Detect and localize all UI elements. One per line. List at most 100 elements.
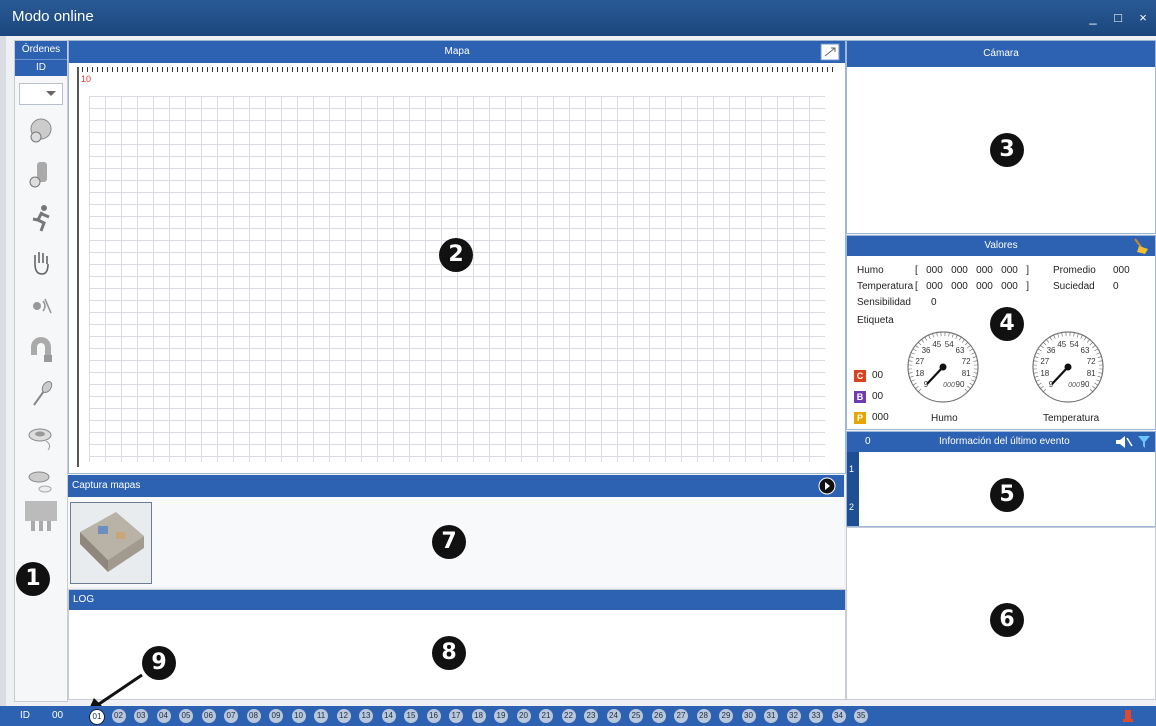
channel-03[interactable]: 03 [134,709,148,723]
channel-05[interactable]: 05 [179,709,193,723]
map-scale-label: 10 [81,74,92,84]
channel-09[interactable]: 09 [269,709,283,723]
suciedad-value: 0 [1113,281,1119,292]
channel-27[interactable]: 27 [674,709,688,723]
marker-6: 6 [990,603,1024,637]
channel-11[interactable]: 11 [314,709,328,723]
etiqueta-label: Etiqueta [857,315,894,326]
gauge-tick-label: 54 [1070,340,1079,349]
channel-31[interactable]: 31 [764,709,778,723]
channel-16[interactable]: 16 [426,709,441,723]
gauge-tick-label: 90 [956,380,965,389]
channel-01[interactable]: 01 [89,709,105,725]
b-value: 00 [872,391,884,402]
humo-gauge: 918273645 5463728190000 [907,331,979,403]
p-value: 000 [872,412,889,423]
channel-12[interactable]: 12 [336,709,351,723]
isolate-device-icon[interactable] [26,159,56,189]
channel-10[interactable]: 10 [291,709,306,723]
mute-icon[interactable] [1115,435,1133,449]
marker-1: 1 [16,562,50,596]
promedio-label: Promedio [1053,265,1096,276]
sensibilidad-label: Sensibilidad [857,297,911,308]
channel-04[interactable]: 04 [156,709,171,723]
event-row-1: 1 [849,464,855,474]
magnet-icon[interactable] [26,335,56,365]
orders-id-label: ID [15,59,67,76]
gauge-tick-label: 72 [1087,357,1096,366]
marker-4: 4 [990,307,1024,341]
channel-24[interactable]: 24 [606,709,621,723]
expand-icon[interactable] [820,43,840,61]
channel-29[interactable]: 29 [719,709,733,723]
detector-base-icon[interactable] [26,467,56,497]
channel-21[interactable]: 21 [539,709,553,723]
close-button[interactable]: × [1132,8,1154,28]
gauge-tick-label: 27 [1040,357,1049,366]
event-row-2: 2 [849,502,855,512]
channel-33[interactable]: 33 [809,709,823,723]
channel-08[interactable]: 08 [246,709,261,723]
gauge-tick-label: 45 [932,340,941,349]
channel-30[interactable]: 30 [741,709,756,723]
channel-17[interactable]: 17 [449,709,463,723]
gauge-tick-label: 63 [956,346,965,355]
map-vertical-ruler [77,67,79,467]
channel-26[interactable]: 26 [651,709,666,723]
channel-18[interactable]: 18 [471,709,486,723]
alarm-icon[interactable] [1122,708,1134,724]
led-icon[interactable] [26,379,56,409]
marker-2: 2 [439,238,473,272]
window-title: Modo online [12,8,94,25]
channel-06[interactable]: 06 [201,709,216,723]
gauge-tick-label: 81 [962,369,971,378]
gauge-tick-label: 81 [1087,369,1096,378]
humo-label: Humo [857,265,884,276]
channel-23[interactable]: 23 [584,709,598,723]
module-icon[interactable] [23,499,59,533]
values-title: Valores [847,236,1155,256]
map-canvas[interactable] [89,96,825,462]
marker-9: 9 [142,646,176,680]
channel-13[interactable]: 13 [359,709,373,723]
evacuation-icon[interactable] [26,203,56,233]
filter-icon[interactable] [1137,435,1151,449]
channel-34[interactable]: 34 [831,709,846,723]
channel-07[interactable]: 07 [224,709,238,723]
event-row-gutter: 1 2 [847,452,859,526]
gauge-hub [939,363,947,371]
camera-title: Cámara [847,41,1155,67]
channel-35[interactable]: 35 [854,709,868,723]
maximize-button[interactable]: □ [1107,8,1129,28]
suciedad-label: Suciedad [1053,281,1095,292]
event-header: 0 Información del último evento [847,432,1155,452]
play-icon[interactable] [818,477,836,495]
temperatura-values: [ 000 000 000 000 ] [915,281,1029,292]
orders-id-dropdown[interactable] [19,83,63,105]
channel-32[interactable]: 32 [786,709,801,723]
channel-02[interactable]: 02 [111,709,126,723]
channel-19[interactable]: 19 [494,709,508,723]
gauge-humo-label: Humo [931,413,958,424]
chevron-down-icon [46,91,56,96]
channel-14[interactable]: 14 [381,709,396,723]
broom-icon[interactable] [1131,237,1151,255]
minimize-button[interactable]: _ [1082,8,1104,28]
gauge-hub [1064,363,1072,371]
sensibilidad-value: 0 [931,297,937,308]
channel-20[interactable]: 20 [516,709,531,723]
silence-icon[interactable] [26,291,56,321]
status-id-label: ID [20,710,30,721]
map-ruler [77,67,837,72]
channel-25[interactable]: 25 [629,709,643,723]
orders-toolbar: Órdenes ID [14,40,68,702]
status-id-value: 00 [52,710,64,721]
channel-28[interactable]: 28 [696,709,711,723]
smoke-detector-icon[interactable] [26,423,56,453]
sensor-disable-icon[interactable] [26,115,56,145]
channel-22[interactable]: 22 [561,709,576,723]
stop-hand-icon[interactable] [26,247,56,277]
map-thumbnail[interactable] [70,502,152,584]
channel-15[interactable]: 15 [404,709,418,723]
gauge-tick-label: 90 [1081,380,1090,389]
